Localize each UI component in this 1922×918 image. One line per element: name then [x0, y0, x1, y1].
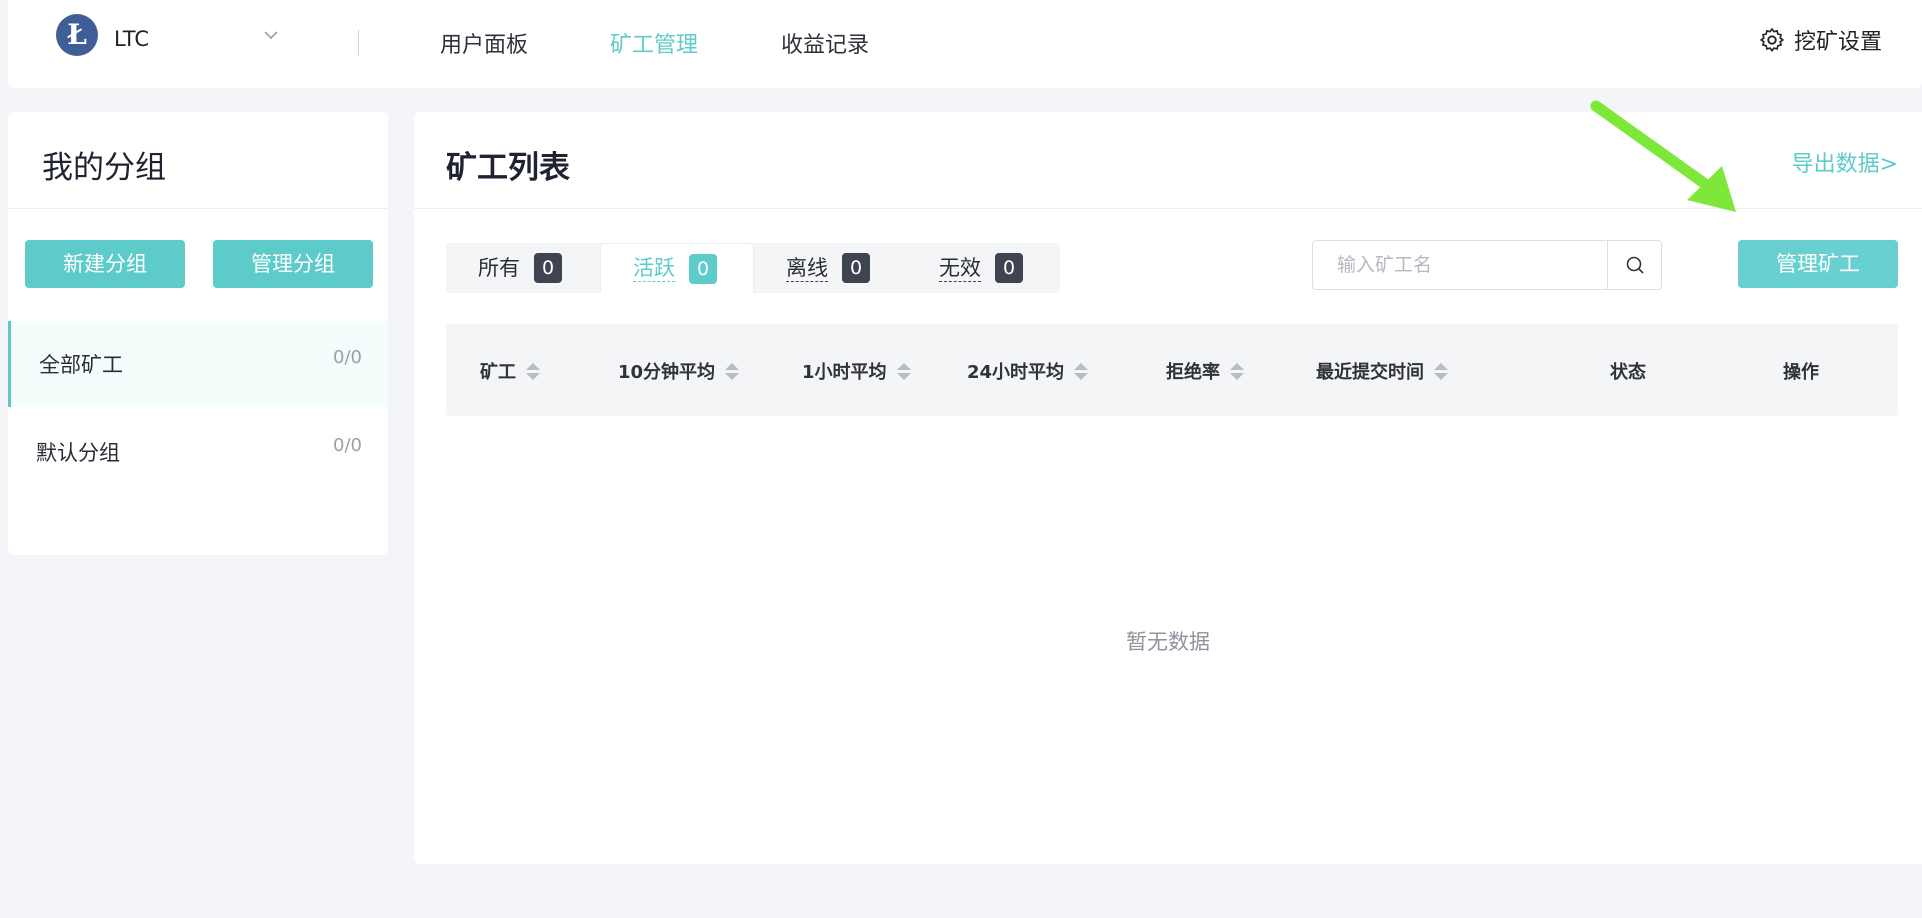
nav-divider: [358, 30, 359, 56]
column-header-24h-avg[interactable]: 24小时平均: [967, 358, 1089, 384]
coin-selector-label[interactable]: LTC: [114, 27, 149, 51]
count-badge: 0: [534, 253, 562, 283]
search-icon: [1626, 256, 1644, 274]
page-title: 矿工列表: [446, 150, 570, 186]
nav-miner-management[interactable]: 矿工管理: [610, 27, 698, 59]
tab-active[interactable]: 活跃 0: [600, 243, 754, 293]
count-badge: 0: [842, 253, 870, 283]
search-input[interactable]: [1313, 241, 1607, 289]
empty-state-text: 暂无数据: [1126, 630, 1210, 654]
group-item-default[interactable]: 默认分组 0/0: [8, 409, 388, 495]
top-navbar: Ł LTC 用户面板 矿工管理 收益记录 挖矿设置: [8, 0, 1922, 88]
mining-settings-button[interactable]: 挖矿设置: [1758, 24, 1882, 56]
column-label: 拒绝率: [1166, 362, 1220, 383]
litecoin-logo: Ł: [56, 14, 98, 56]
column-label: 10分钟平均: [618, 362, 716, 383]
group-count: 0/0: [333, 347, 362, 368]
column-header-10min-avg[interactable]: 10分钟平均: [618, 358, 740, 384]
column-label: 操作: [1783, 362, 1819, 383]
nav-earnings-record[interactable]: 收益记录: [781, 27, 869, 59]
column-header-1h-avg[interactable]: 1小时平均: [802, 358, 911, 384]
tab-offline[interactable]: 离线 0: [786, 243, 870, 293]
new-group-button[interactable]: 新建分组: [25, 240, 185, 288]
search-button[interactable]: [1607, 241, 1662, 289]
sort-icon[interactable]: [1230, 362, 1244, 380]
sort-icon[interactable]: [725, 362, 740, 380]
nav-user-dashboard[interactable]: 用户面板: [440, 27, 528, 59]
miner-list-panel: 矿工列表 导出数据> 所有 0 活跃 0 离线 0 无效 0 管理矿工: [414, 112, 1922, 864]
group-item-all-miners[interactable]: 全部矿工 0/0: [8, 321, 388, 407]
manage-group-button[interactable]: 管理分组: [213, 240, 373, 288]
group-name: 全部矿工: [39, 353, 123, 377]
tab-label: 活跃: [633, 256, 675, 282]
column-label: 24小时平均: [967, 362, 1065, 383]
divider: [8, 208, 388, 209]
column-header-actions: 操作: [1783, 358, 1819, 384]
table-header: 矿工 10分钟平均 1小时平均 24小时平均 拒绝率 最近提交时间 状态 操作: [446, 324, 1898, 416]
chevron-down-icon[interactable]: [260, 24, 282, 46]
manage-miner-button[interactable]: 管理矿工: [1738, 240, 1898, 288]
tab-label: 所有: [478, 256, 520, 280]
annotation-arrow: [1590, 100, 1736, 212]
miner-search: [1312, 240, 1662, 290]
column-header-reject-rate[interactable]: 拒绝率: [1166, 358, 1244, 384]
column-label: 最近提交时间: [1316, 362, 1424, 383]
column-label: 1小时平均: [802, 362, 887, 383]
sidebar-title: 我的分组: [42, 150, 166, 186]
tab-all[interactable]: 所有 0: [478, 243, 562, 293]
column-header-miner[interactable]: 矿工: [480, 358, 540, 384]
sort-icon[interactable]: [526, 362, 540, 380]
group-count: 0/0: [333, 435, 362, 456]
sort-icon[interactable]: [896, 362, 911, 380]
gear-icon: [1760, 28, 1784, 52]
count-badge: 0: [689, 253, 717, 284]
tab-invalid[interactable]: 无效 0: [939, 243, 1023, 293]
export-data-link[interactable]: 导出数据>: [1792, 146, 1898, 178]
group-sidebar: 我的分组 新建分组 管理分组 全部矿工 0/0 默认分组 0/0: [8, 112, 388, 555]
tab-label: 无效: [939, 255, 981, 282]
mining-settings-label: 挖矿设置: [1793, 30, 1882, 55]
column-header-last-submit[interactable]: 最近提交时间: [1316, 358, 1448, 384]
tab-label: 离线: [786, 255, 828, 282]
sort-icon[interactable]: [1434, 362, 1448, 380]
count-badge: 0: [995, 253, 1023, 283]
column-label: 矿工: [480, 362, 516, 383]
status-tabs: 所有 0 活跃 0 离线 0 无效 0: [446, 243, 1060, 293]
group-name: 默认分组: [36, 441, 120, 465]
column-header-status: 状态: [1610, 358, 1646, 384]
sort-icon[interactable]: [1074, 362, 1089, 380]
column-label: 状态: [1610, 362, 1646, 383]
